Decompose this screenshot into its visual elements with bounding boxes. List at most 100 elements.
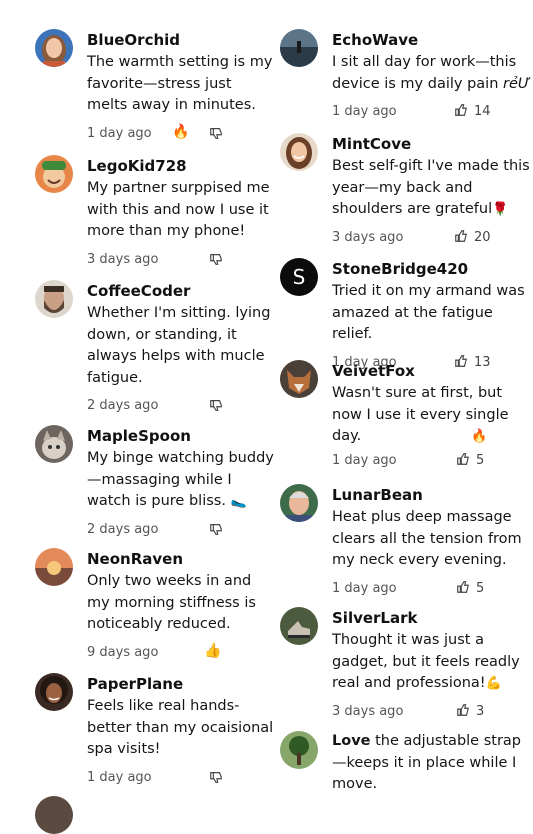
comment-author[interactable]: NeonRaven (87, 550, 275, 568)
like-button[interactable]: 20 (454, 229, 491, 245)
like-button[interactable]: 14 (454, 103, 491, 119)
comment-author[interactable]: LunarBean (332, 486, 533, 504)
avatar[interactable] (280, 360, 318, 398)
flexed-bicep-emoji: 💪 (485, 676, 502, 691)
reaction-emoji[interactable]: 🔥 (172, 124, 189, 140)
smiling-man-green-hat-avatar-icon (35, 155, 73, 193)
comment-time: 3 days ago (332, 703, 404, 719)
comment-text: Heat plus deep massage clears all the te… (332, 509, 522, 568)
dislike-icon[interactable] (209, 398, 223, 416)
cat-avatar-icon (35, 425, 73, 463)
comment-author[interactable]: StoneBridge420 (332, 260, 533, 278)
thumbs-up-icon (457, 452, 469, 465)
comment-time: 1 day ago (332, 452, 397, 468)
avatar[interactable] (35, 425, 73, 463)
avatar[interactable] (35, 155, 73, 193)
comment-text: Whether I'm sitting. lying down, or stan… (87, 305, 271, 386)
thumbs-up-icon (455, 229, 467, 242)
comment-time: 9 days ago (87, 644, 159, 660)
smiling-woman-avatar-icon (280, 133, 318, 171)
comment-text-content: I sit all day for work—this device is my… (332, 54, 517, 92)
avatar[interactable] (35, 673, 73, 711)
dislike-icon[interactable] (209, 252, 223, 270)
comment-author[interactable]: PaperPlane (87, 675, 275, 693)
comment-meta: 1 day ago 14 (332, 101, 533, 123)
avatar[interactable] (280, 133, 318, 171)
comment-time: 2 days ago (87, 398, 159, 413)
avatar[interactable] (35, 796, 73, 834)
comment-text: Wasn't sure at first, but now I use it e… (332, 383, 533, 448)
rose-emoji: 🌹 (492, 202, 509, 217)
comment-text: My binge watching buddy—massaging while … (87, 448, 275, 513)
avatar[interactable] (280, 731, 318, 769)
comment-meta: 1 day ago 🔥 (87, 123, 275, 145)
bearded-man-avatar-icon (35, 280, 73, 318)
comment-time: 1 day ago (332, 104, 397, 119)
comment-meta: 1 day ago 5 (332, 578, 533, 600)
lake-person-avatar-icon (280, 29, 318, 67)
like-button[interactable]: 3 (456, 703, 484, 719)
thumbs-up-icon (457, 580, 469, 593)
like-button[interactable]: 5 (456, 580, 484, 596)
curly-hair-woman-avatar-icon (35, 673, 73, 711)
comment-author[interactable]: BlueOrchid (87, 31, 275, 49)
shoes-avatar-icon (280, 607, 318, 645)
woman-avatar-icon (35, 29, 73, 67)
like-count: 5 (476, 580, 485, 596)
comment-author[interactable]: CoffeeCoder (87, 282, 275, 300)
comment-meta: 3 days ago (87, 249, 275, 271)
avatar[interactable] (35, 548, 73, 586)
dislike-icon[interactable] (209, 522, 223, 540)
older-man-avatar-icon (280, 484, 318, 522)
avatar[interactable] (35, 29, 73, 67)
comment-time: 1 day ago (87, 125, 152, 141)
reaction-emoji[interactable]: 👍 (204, 643, 221, 659)
dislike-icon[interactable] (209, 770, 223, 788)
comment-text-tail: rẻƯ (503, 75, 531, 92)
like-count: 20 (474, 229, 491, 245)
fire-emoji: 🔥 (471, 429, 488, 444)
comment-author[interactable]: SilverLark (332, 609, 533, 627)
comment-text: Feels like real hands-better than my oca… (87, 698, 274, 757)
dislike-icon[interactable] (209, 126, 223, 144)
avatar[interactable] (35, 280, 73, 318)
like-count: 3 (476, 703, 485, 719)
comment-text: Tried it on my armand was amazed at the … (332, 283, 525, 342)
sunset-avatar-icon (35, 548, 73, 586)
like-button[interactable]: 5 (456, 452, 484, 468)
avatar[interactable] (280, 484, 318, 522)
comment-text: The warmth setting is my favorite—stress… (87, 54, 273, 113)
slipper-emoji: 🥿 (230, 494, 247, 509)
comment-meta: 1 day ago (87, 767, 275, 789)
like-count: 5 (476, 452, 485, 468)
comment-time: 3 days ago (87, 251, 159, 267)
comment-text: I sit all day for work—this device is my… (332, 52, 533, 95)
comment-author[interactable]: VeivetFox (332, 362, 533, 380)
avatar[interactable] (280, 29, 318, 67)
comment-time: 1 day ago (87, 769, 152, 785)
comment-author[interactable]: MintCove (332, 135, 533, 153)
comment-meta: 9 days ago 👍 (87, 642, 275, 664)
comment-author[interactable]: EchoWave (332, 31, 533, 49)
avatar[interactable] (280, 607, 318, 645)
comment-time: 2 days ago (87, 521, 159, 537)
comment-time: 1 day ago (332, 580, 397, 596)
comment-author[interactable]: LegoKid728 (87, 157, 275, 175)
comment-meta: 1 day ago 5 (332, 450, 533, 472)
avatar-letter: S (292, 265, 306, 289)
thumbs-up-icon (455, 104, 467, 116)
comment-meta: 3 days ago 3 (332, 701, 533, 723)
thumbs-up-icon (457, 703, 469, 716)
comment-author[interactable]: Love (332, 733, 371, 749)
comment-meta: 2 days ago (87, 519, 275, 541)
comment-text: Best self-gift I've made this year—my ba… (332, 156, 533, 221)
avatar[interactable]: S (280, 258, 318, 296)
fox-avatar-icon (280, 360, 318, 398)
like-count: 14 (474, 104, 491, 119)
comment-text: Love the adjustable strap—keeps it in pl… (332, 731, 533, 796)
comment-text: My partner surppised me with this and no… (87, 180, 270, 239)
comment-author[interactable]: MapleSpoon (87, 427, 275, 445)
comment-time: 3 days ago (332, 229, 404, 245)
tree-avatar-icon (280, 731, 318, 769)
comment-meta: 2 days ago (87, 395, 275, 417)
